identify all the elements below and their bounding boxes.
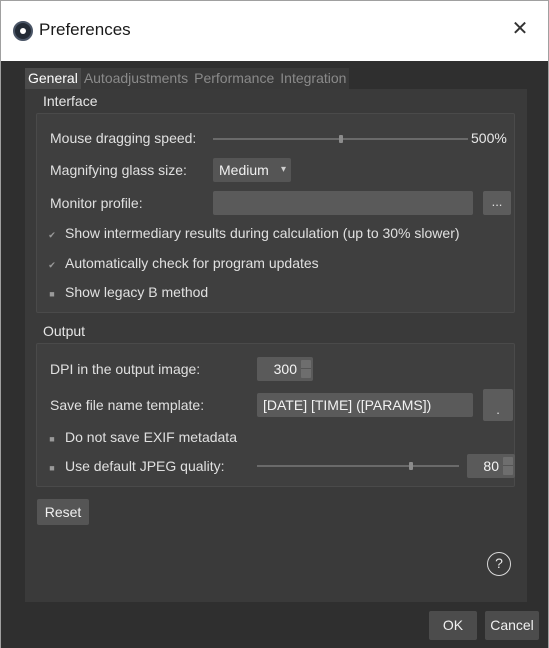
dpi-label: DPI in the output image:	[50, 361, 201, 377]
dpi-spin-arrows[interactable]	[301, 360, 311, 378]
interface-group-title: Interface	[43, 93, 98, 109]
output-group-title: Output	[43, 323, 86, 339]
help-icon[interactable]: ?	[487, 552, 511, 576]
legacy-b-method-label[interactable]: Show legacy B method	[65, 284, 208, 300]
tab-general[interactable]: General	[25, 68, 81, 89]
reset-button[interactable]: Reset	[37, 499, 89, 525]
jpeg-quality-spin-arrows[interactable]	[503, 457, 513, 475]
interface-group: Mouse dragging speed: 500% Magnifying gl…	[36, 113, 515, 313]
monitor-profile-field[interactable]	[213, 191, 473, 215]
magnifier-size-label: Magnifying glass size:	[50, 162, 187, 178]
general-tab-panel: Interface Mouse dragging speed: 500% Mag…	[25, 89, 527, 602]
check-icon: ✔	[48, 230, 56, 240]
no-exif-label[interactable]: Do not save EXIF metadata	[65, 429, 237, 445]
dpi-value: 300	[273, 361, 297, 377]
mouse-speed-label: Mouse dragging speed:	[50, 130, 197, 146]
auto-update-label[interactable]: Automatically check for program updates	[65, 255, 319, 271]
title-bar: Preferences ✕	[1, 1, 548, 61]
checkbox-empty-icon: ■	[49, 463, 55, 473]
template-field[interactable]: [DATE] [TIME] ([PARAMS])	[257, 393, 473, 417]
template-button[interactable]: .	[483, 389, 513, 421]
mouse-speed-slider[interactable]	[213, 135, 468, 143]
tab-integration[interactable]: Integration	[277, 68, 350, 89]
no-exif-checkbox[interactable]: ■	[46, 433, 58, 445]
magnifier-size-value: Medium	[219, 162, 269, 178]
ok-button[interactable]: OK	[429, 611, 477, 640]
jpeg-quality-value: 80	[483, 458, 499, 474]
tab-bar: General Autoadjustments Performance Inte…	[25, 68, 350, 89]
cancel-button[interactable]: Cancel	[485, 611, 539, 640]
show-intermediary-label[interactable]: Show intermediary results during calcula…	[65, 225, 460, 241]
template-label: Save file name template:	[50, 397, 205, 413]
mouse-speed-slider-handle[interactable]	[338, 135, 343, 143]
chevron-down-icon: ▾	[280, 164, 286, 175]
jpeg-quality-spinbox[interactable]: 80	[467, 454, 515, 478]
close-button[interactable]: ✕	[508, 17, 532, 41]
app-logo-icon	[13, 21, 33, 41]
check-icon: ✔	[48, 260, 56, 270]
tab-autoadjustments[interactable]: Autoadjustments	[80, 68, 192, 89]
jpeg-quality-slider-handle[interactable]	[408, 462, 413, 470]
default-jpeg-quality-checkbox[interactable]: ■	[46, 462, 58, 474]
auto-update-checkbox[interactable]: ✔	[46, 259, 58, 271]
dialog-client-area: General Autoadjustments Performance Inte…	[1, 61, 548, 648]
window-title: Preferences	[39, 20, 131, 39]
show-intermediary-checkbox[interactable]: ✔	[46, 229, 58, 241]
mouse-speed-value: 500%	[471, 130, 507, 146]
default-jpeg-quality-label[interactable]: Use default JPEG quality:	[65, 458, 225, 474]
monitor-profile-label: Monitor profile:	[50, 195, 143, 211]
magnifier-size-dropdown[interactable]: Medium ▾	[213, 158, 291, 182]
legacy-b-method-checkbox[interactable]: ■	[46, 288, 58, 300]
monitor-profile-browse-button[interactable]: ...	[483, 191, 511, 215]
checkbox-empty-icon: ■	[49, 289, 55, 299]
dpi-spinbox[interactable]: 300	[257, 357, 313, 381]
preferences-window: Preferences ✕ General Autoadjustments Pe…	[0, 0, 549, 648]
tab-performance[interactable]: Performance	[191, 68, 278, 89]
jpeg-quality-slider[interactable]	[257, 462, 459, 470]
checkbox-empty-icon: ■	[49, 434, 55, 444]
output-group: DPI in the output image: 300 Save file n…	[36, 343, 515, 487]
